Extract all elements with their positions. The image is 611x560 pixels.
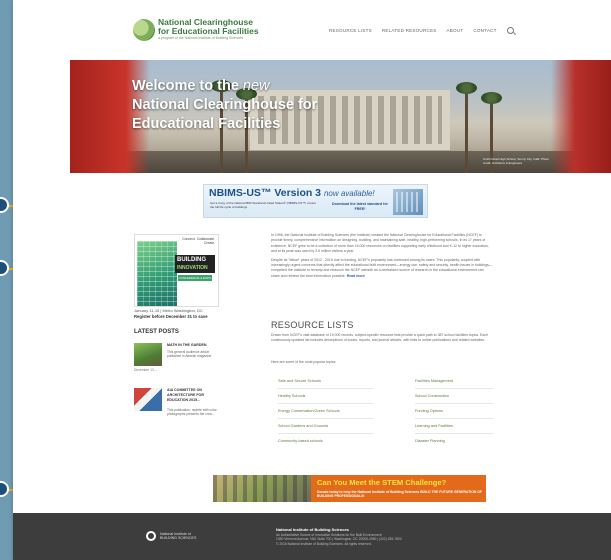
intro-text: In 1996, the National Institute of Build… bbox=[271, 233, 493, 282]
nbims-subtitle: Get a Copy of the National BIM Standard-… bbox=[210, 201, 316, 209]
webpage: National Clearinghouse for Educational F… bbox=[13, 0, 611, 560]
hero-title-line-1: Welcome to the bbox=[132, 78, 239, 94]
intro-paragraph-2-text: Despite its "fallow" years of 2012 - 201… bbox=[271, 257, 493, 278]
resource-lists-heading: RESOURCE LISTS bbox=[271, 320, 354, 330]
logo-wordmark: National Clearinghouse for Educational F… bbox=[158, 18, 259, 41]
search-icon[interactable] bbox=[506, 27, 514, 34]
post-title[interactable]: MATH IN THE GARDEN bbox=[167, 343, 219, 348]
students-photo bbox=[213, 475, 311, 502]
post-excerpt: This general audience article published … bbox=[167, 350, 212, 359]
topic-link[interactable]: Energy Conservation/Green Schools bbox=[278, 409, 340, 413]
hero-red-wall-right bbox=[551, 60, 611, 173]
divider bbox=[278, 433, 373, 434]
bi-logo-line-2: INNOVATION bbox=[177, 265, 208, 271]
stem-subtitle: Donate today to help the National Instit… bbox=[317, 490, 482, 499]
divider bbox=[415, 433, 493, 434]
hero-banner: Welcome to the new National Clearinghous… bbox=[70, 60, 611, 173]
nibs-footer-logo[interactable]: National Institute of BUILDING SCIENCES bbox=[146, 531, 196, 541]
bi-tagline: Connect. Collaborate. Create. bbox=[182, 237, 215, 246]
resource-lists-description-text: Drawn from NCEF's vast database of 19,00… bbox=[271, 333, 488, 343]
hero-title-line-3: Educational Facilities bbox=[132, 116, 281, 132]
logo-line-2: for Educational Facilities bbox=[158, 26, 259, 36]
nibs-logo-line-2: BUILDING SCIENCES bbox=[160, 536, 197, 540]
aia-publication-thumbnail-image bbox=[134, 388, 162, 411]
main-nav: RESOURCE LISTS RELATED RESOURCES ABOUT C… bbox=[329, 27, 514, 34]
topic-link[interactable]: Community-based schools bbox=[278, 439, 323, 443]
hero-title: Welcome to the new National Clearinghous… bbox=[132, 77, 317, 134]
bi-register-link[interactable]: Register before December 31 to save bbox=[134, 314, 224, 319]
site-footer: National Institute of BUILDING SCIENCES … bbox=[13, 513, 611, 560]
hero-photo-caption: Smith Road High School, Sunny City, Cali… bbox=[483, 157, 549, 165]
popular-topics-label: Here are some of the most popular topics… bbox=[271, 360, 337, 364]
topic-link[interactable]: Facilities Management bbox=[415, 379, 453, 383]
nbims-download-text: Download the latest standard for FREE! bbox=[332, 202, 388, 211]
stem-title: Can You Meet the STEM Challenge? bbox=[317, 478, 447, 487]
nbims-ad-banner[interactable]: NBIMS-US™ Version 3 now available! Get a… bbox=[203, 184, 428, 218]
nbims-available: now available! bbox=[323, 189, 375, 198]
intro-paragraph-1: In 1996, the National Institute of Build… bbox=[271, 233, 489, 254]
topic-link[interactable]: Learning and Facilities bbox=[415, 424, 453, 428]
bi-conference-label: CONFERENCE & EXPO bbox=[178, 275, 212, 281]
footer-copyright: © 2016 National Institute of Building Sc… bbox=[276, 541, 372, 546]
garden-thumbnail-image bbox=[134, 343, 162, 366]
building-innovation-logo: BUILDING INNOVATION bbox=[175, 255, 215, 273]
site-header: National Clearinghouse for Educational F… bbox=[13, 0, 611, 58]
logo-subtitle: a program of the National Institute of B… bbox=[158, 36, 244, 40]
latest-post-item[interactable]: MATH IN THE GARDEN This general audience… bbox=[134, 343, 220, 377]
topic-link[interactable]: School Construction bbox=[415, 394, 449, 398]
topic-link[interactable]: Funding Options bbox=[415, 409, 443, 413]
nbims-building-image bbox=[393, 189, 423, 215]
divider bbox=[278, 418, 373, 419]
callout-marker-nbims bbox=[0, 197, 9, 213]
nibs-logo-icon bbox=[146, 531, 156, 541]
callout-marker-building-innovation bbox=[0, 260, 9, 276]
site-logo[interactable]: National Clearinghouse for Educational F… bbox=[133, 18, 259, 41]
post-title[interactable]: AIA COMMITTEE ON ARCHITECTURE FOR EDUCAT… bbox=[167, 388, 219, 402]
building-innovation-ad[interactable]: Connect. Collaborate. Create. BUILDING I… bbox=[134, 234, 219, 307]
latest-post-item[interactable]: AIA COMMITTEE ON ARCHITECTURE FOR EDUCAT… bbox=[134, 388, 220, 422]
nav-related-resources[interactable]: RELATED RESOURCES bbox=[382, 28, 437, 33]
divider bbox=[278, 403, 373, 404]
bi-dates: January 11-15 | Metro Washington, DC bbox=[134, 308, 203, 313]
nibs-logo-text: National Institute of BUILDING SCIENCES bbox=[160, 532, 196, 541]
nbims-title-text: NBIMS-US™ Version 3 bbox=[209, 187, 322, 199]
divider bbox=[278, 388, 373, 389]
post-date: December 13,... bbox=[134, 368, 158, 372]
read-more-link[interactable]: Read more bbox=[347, 274, 365, 278]
topic-link[interactable]: Healthy Schools bbox=[278, 394, 305, 398]
bi-logo-line-1: BUILDING bbox=[177, 257, 206, 263]
nav-contact[interactable]: CONTACT bbox=[473, 28, 496, 33]
nbims-title: NBIMS-US™ Version 3 now available! bbox=[209, 187, 375, 199]
footer-contact-info: National Institute of Building Sciences … bbox=[276, 527, 496, 546]
palm-tree-image bbox=[456, 82, 477, 173]
stem-challenge-banner[interactable]: Can You Meet the STEM Challenge? Donate … bbox=[213, 475, 486, 502]
green-building-image bbox=[137, 241, 177, 306]
topic-link[interactable]: Disaster Planning bbox=[415, 439, 445, 443]
resource-lists-description: Drawn from NCEF's vast database of 19,00… bbox=[271, 333, 493, 344]
divider bbox=[415, 403, 493, 404]
latest-posts-heading: LATEST POSTS bbox=[134, 329, 179, 335]
intro-paragraph-2: Despite its "fallow" years of 2012 - 201… bbox=[271, 258, 493, 280]
nav-about[interactable]: ABOUT bbox=[447, 28, 464, 33]
topic-link[interactable]: School Gardens and Grounds bbox=[278, 424, 328, 428]
topic-link[interactable]: Safe and Secure Schools bbox=[278, 379, 321, 383]
nav-resource-lists[interactable]: RESOURCE LISTS bbox=[329, 28, 372, 33]
hero-title-new: new bbox=[242, 78, 270, 94]
hero-title-line-2: National Clearinghouse for bbox=[132, 97, 318, 113]
logo-globe-icon bbox=[133, 18, 155, 41]
post-excerpt: This publication, replete with color pho… bbox=[167, 408, 217, 417]
divider bbox=[415, 388, 493, 389]
divider bbox=[415, 418, 493, 419]
callout-marker-stem bbox=[0, 481, 9, 497]
